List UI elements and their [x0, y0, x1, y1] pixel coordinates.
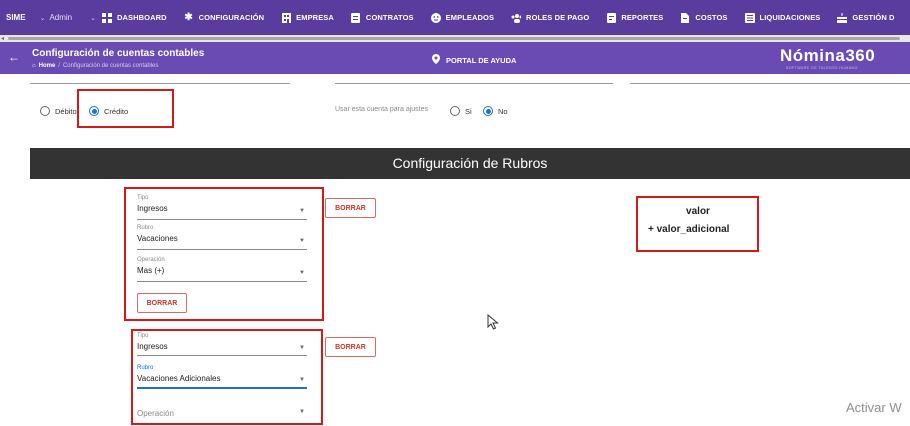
- back-arrow-icon[interactable]: ←: [8, 50, 20, 64]
- nav-empresa-label: EMPRESA: [296, 13, 334, 22]
- formula-line-2: + valor_adicional: [648, 224, 730, 235]
- adjust-label: Usar esta cuenta para ajustes: [335, 106, 428, 113]
- radio-circle-selected[interactable]: [483, 106, 493, 116]
- nav-empleados[interactable]: EMPLEADOS: [430, 12, 495, 23]
- nav-empleados-label: EMPLEADOS: [445, 13, 495, 22]
- page-header: ← Configuración de cuentas contables ⌂ H…: [0, 42, 910, 74]
- no-label: No: [498, 106, 508, 116]
- section-title: Configuración de Rubros: [392, 155, 548, 171]
- top-navbar: SIME ⌄ Admin ⌄ DASHBOARD ✱ CONFIGURACIÓN…: [0, 0, 910, 35]
- nav-contratos-label: CONTRATOS: [365, 13, 414, 22]
- grid-icon: [102, 12, 112, 23]
- people-icon: [511, 13, 522, 23]
- building-icon: [281, 12, 291, 23]
- breadcrumb-current: Configuración de cuentas contables: [62, 63, 159, 69]
- scroll-left-arrow-icon[interactable]: ◂: [1, 35, 4, 42]
- mouse-cursor-icon: [487, 314, 499, 330]
- breadcrumb-home[interactable]: Home: [39, 63, 56, 69]
- nav-costos-label: COSTOS: [695, 13, 728, 22]
- chevron-down-icon: ⌄: [39, 14, 46, 22]
- nav-reportes[interactable]: REPORTES: [606, 12, 664, 23]
- file-icon: [680, 12, 690, 23]
- nav-contratos[interactable]: CONTRATOS: [351, 12, 414, 23]
- nav-costos[interactable]: COSTOS: [680, 12, 728, 23]
- nav-configuracion-label: CONFIGURACIÓN: [198, 13, 265, 22]
- nav-dashboard[interactable]: DASHBOARD: [102, 12, 167, 23]
- yes-label: Si: [465, 106, 472, 116]
- nav-dashboard-label: DASHBOARD: [117, 13, 167, 22]
- debit-radio[interactable]: Débito: [40, 106, 77, 116]
- field-underline: [30, 83, 290, 84]
- logo-subtitle: SOFTWARE DE TALENTO HUMANO: [786, 66, 858, 70]
- admin-label: Admin: [49, 13, 73, 22]
- help-portal-link[interactable]: PORTAL DE AYUDA: [432, 54, 516, 66]
- nav-gestion[interactable]: GESTIÓN D: [837, 12, 895, 23]
- section-header: Configuración de Rubros: [30, 148, 910, 179]
- highlight-box: [124, 187, 324, 321]
- highlight-box: [77, 89, 174, 128]
- nav-liquidaciones[interactable]: LIQUIDACIONES: [744, 12, 821, 23]
- nav-empresa[interactable]: EMPRESA: [281, 12, 334, 23]
- main-content: Débito Crédito Usar esta cuenta para aju…: [0, 74, 910, 426]
- field-underline: [335, 83, 613, 84]
- radio-circle[interactable]: [40, 106, 50, 116]
- radio-circle[interactable]: [450, 106, 460, 116]
- horizontal-scrollbar[interactable]: ◂: [0, 35, 910, 42]
- admin-selector[interactable]: ⌄ Admin ⌄: [40, 13, 96, 22]
- page-title: Configuración de cuentas contables: [32, 48, 205, 59]
- brand-label[interactable]: SIME: [6, 13, 26, 22]
- nav-roles-label: ROLES DE PAGO: [526, 13, 590, 22]
- help-portal-label: PORTAL DE AYUDA: [446, 55, 517, 65]
- formula-box: valor + valor_adicional: [636, 196, 759, 252]
- chevron-down-icon: ⌄: [90, 14, 96, 22]
- nav-reportes-label: REPORTES: [621, 13, 664, 22]
- nav-roles-de-pago[interactable]: ROLES DE PAGO: [511, 13, 589, 23]
- report-icon: [606, 12, 616, 23]
- delete-rubro-button[interactable]: BORRAR: [325, 198, 376, 218]
- cake-icon: [837, 12, 848, 23]
- adjust-question: Usar esta cuenta para ajustes: [335, 106, 428, 113]
- face-icon: [430, 12, 441, 23]
- formula-line-1: valor: [686, 206, 710, 217]
- scrollbar-thumb[interactable]: [8, 37, 900, 40]
- logo: Nómina360: [780, 46, 876, 65]
- location-pin-icon: [432, 54, 440, 66]
- adjust-no-radio[interactable]: No: [483, 106, 508, 116]
- gear-icon: ✱: [184, 12, 193, 23]
- nav-liquidaciones-label: LIQUIDACIONES: [759, 13, 821, 22]
- debit-label: Débito: [55, 106, 77, 116]
- nav-configuracion[interactable]: ✱ CONFIGURACIÓN: [184, 12, 265, 23]
- windows-activation-watermark: Activar W: [846, 400, 902, 415]
- adjust-yes-radio[interactable]: Si: [450, 106, 472, 116]
- home-icon: ⌂: [32, 63, 36, 69]
- breadcrumb: ⌂ Home / Configuración de cuentas contab…: [32, 63, 158, 69]
- delete-rubro-button[interactable]: BORRAR: [325, 337, 376, 357]
- highlight-box: [131, 329, 323, 425]
- list-icon: [744, 12, 755, 23]
- contract-icon: [351, 12, 361, 23]
- nav-gestion-label: GESTIÓN D: [852, 13, 895, 22]
- breadcrumb-separator: /: [58, 63, 60, 69]
- field-underline: [630, 83, 910, 84]
